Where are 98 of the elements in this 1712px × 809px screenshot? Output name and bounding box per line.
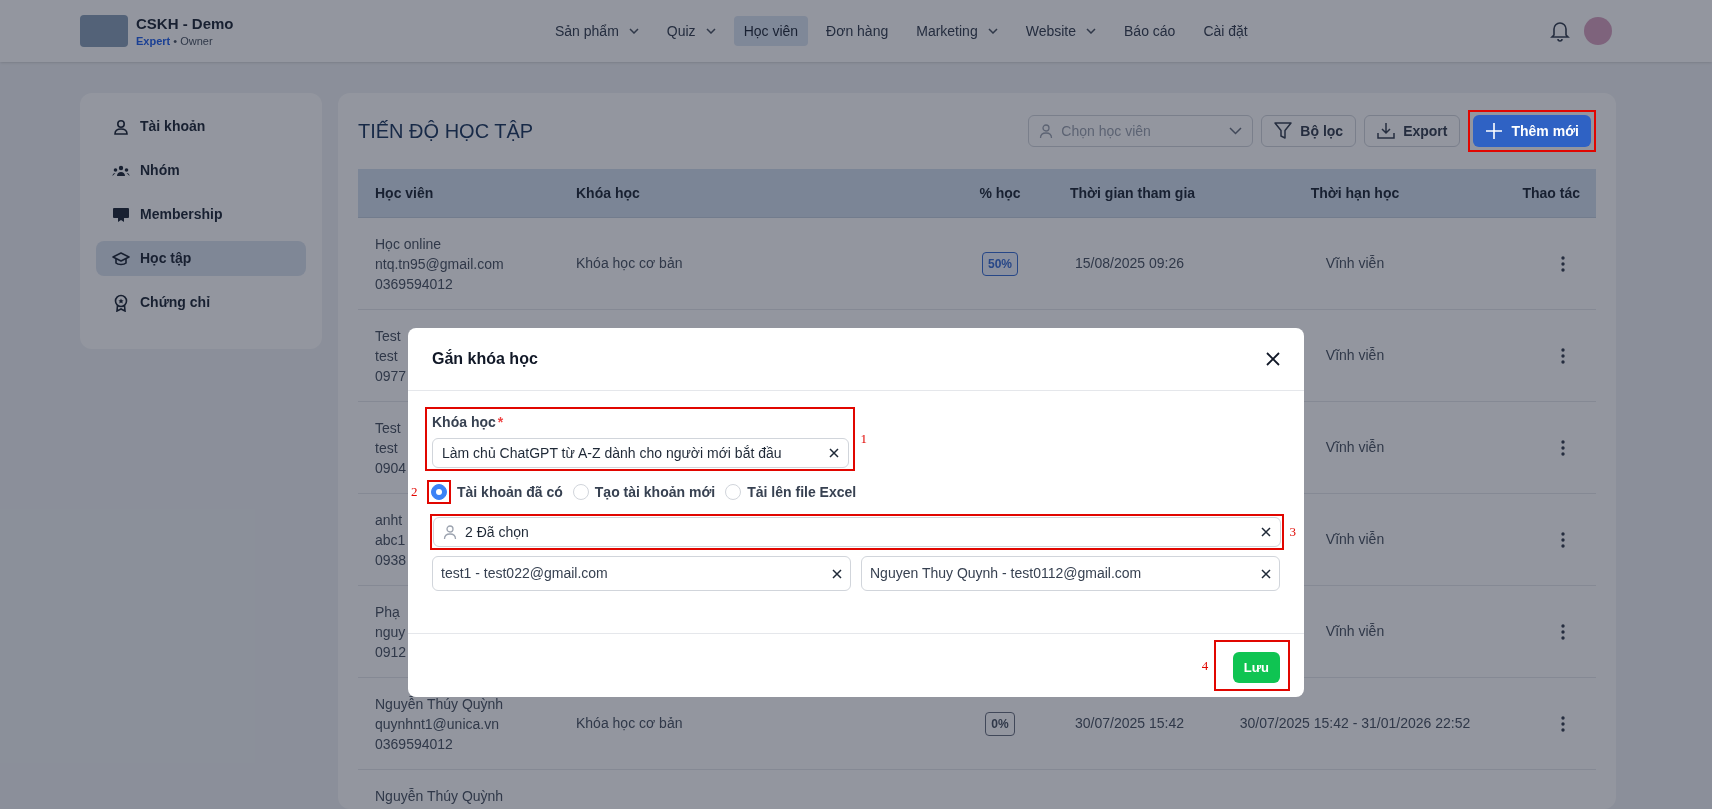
radio-label: Tạo tài khoản mới (594, 482, 716, 502)
annotation-number: 1 (860, 430, 867, 449)
export-button[interactable]: Export (1364, 115, 1461, 147)
chevron-down-icon (1229, 127, 1243, 135)
access-period: 30/07/2025 15:42 - 31/01/2026 22:52 (1239, 715, 1471, 731)
student-select[interactable]: 2 Đã chọn (433, 517, 1281, 547)
annotation-number: 4 (1201, 656, 1209, 675)
sidebar-item[interactable]: Học tập (96, 241, 306, 276)
column-header: Thời gian tham gia (1069, 183, 1197, 203)
caret-icon (987, 28, 998, 34)
sidebar-item[interactable]: Tài khoản (96, 109, 306, 144)
user-icon (1039, 123, 1054, 139)
column-header: % học (978, 183, 1022, 203)
student-email: ntq.tn95@gmail.com (375, 254, 504, 274)
graduation-cap-icon (112, 249, 130, 268)
page-title: TIẾN ĐỘ HỌC TẬP (358, 119, 534, 144)
monitor-icon (112, 205, 130, 224)
field-label: Khóa học (432, 413, 496, 432)
more-options-icon[interactable] (1561, 347, 1565, 364)
nav-item[interactable]: Học viên (733, 16, 809, 46)
logo-photo-placeholder (80, 15, 128, 47)
access-period: Vĩnh viễn (1325, 531, 1385, 547)
access-period: Vĩnh viễn (1325, 255, 1385, 271)
student-email: test (375, 438, 398, 458)
brand-name: CSKH - Demo (136, 14, 234, 34)
course-name: Khóa học cơ bản (576, 255, 683, 271)
filter-button[interactable]: Bộ lọc (1261, 115, 1357, 147)
access-period: Vĩnh viễn (1325, 623, 1385, 639)
user-icon (112, 117, 130, 136)
access-period: Vĩnh viễn (1325, 439, 1385, 455)
student-name: Test (375, 326, 401, 346)
user-icon (443, 524, 457, 540)
plan-label: Expert (136, 34, 171, 48)
remove-icon[interactable] (1261, 568, 1271, 579)
student-phone: 0938 (375, 550, 407, 570)
more-options-icon[interactable] (1561, 531, 1565, 548)
student-email: test (375, 346, 398, 366)
add-button[interactable]: Thêm mới (1473, 115, 1591, 147)
nav-item[interactable]: Website (1015, 16, 1106, 46)
more-options-icon[interactable] (1561, 439, 1565, 456)
required-mark: * (497, 413, 504, 432)
caret-icon (628, 28, 639, 34)
download-icon (1377, 122, 1396, 140)
student-name: Test (375, 418, 401, 438)
selected-student-tag[interactable]: Nguyen Thuy Quynh - test0112@gmail.com (861, 556, 1280, 591)
caret-icon (1086, 28, 1096, 34)
clear-icon[interactable] (1261, 527, 1271, 537)
student-name: Nguyễn Thúy Quỳnh (375, 694, 504, 714)
more-options-icon[interactable] (1561, 255, 1565, 272)
column-header: Học viên (374, 183, 435, 203)
more-options-icon[interactable] (1561, 623, 1565, 640)
student-name: Nguyễn Thúy Quỳnh (375, 786, 504, 806)
student-name: anht (375, 510, 403, 530)
student-phone: 0904 (375, 458, 407, 478)
student-name: Phạ (375, 602, 400, 622)
progress-badge: 0% (985, 711, 1015, 736)
sidebar-item[interactable]: Chứng chỉ (96, 285, 306, 320)
student-email: nguy (375, 622, 406, 642)
nav-item[interactable]: Cài đặt (1193, 16, 1258, 46)
nav-item[interactable]: Marketing (906, 16, 1008, 46)
filter-icon (1274, 122, 1293, 140)
dialog-title: Gắn khóa học (432, 348, 538, 369)
student-email: quynhnt1@unica.vn (375, 714, 499, 734)
role-label: • Owner (173, 34, 213, 48)
access-period: Vĩnh viễn (1325, 347, 1385, 363)
progress-badge: 50% (982, 251, 1018, 276)
course-select[interactable]: Làm chủ ChatGPT từ A-Z dành cho người mới bắt đầu (432, 438, 849, 468)
student-phone: 0912 (375, 642, 407, 662)
nav-item[interactable]: Đơn hàng (816, 16, 899, 46)
column-header: Khóa học (575, 183, 641, 203)
sidebar-item[interactable]: Membership (96, 197, 306, 232)
student-phone: 0369594012 (375, 274, 453, 294)
student-name: Học online (375, 234, 442, 254)
course-name: Khóa học cơ bản (576, 715, 683, 731)
student-phone: 0369594012 (375, 734, 453, 754)
nav-item[interactable]: Quiz (656, 16, 726, 46)
clear-icon[interactable] (829, 448, 839, 458)
award-icon (112, 293, 130, 312)
student-phone: 0977 (375, 366, 407, 386)
more-options-icon[interactable] (1561, 715, 1565, 732)
plus-icon (1485, 122, 1504, 140)
sidebar-item[interactable]: Nhóm (96, 153, 306, 188)
annotation-number: 2 (411, 483, 418, 502)
caret-icon (705, 28, 716, 34)
column-header: Thời hạn học (1309, 183, 1401, 203)
radio-label: Tài khoản đã có (457, 482, 563, 502)
selected-student-tag[interactable]: test1 - test022@gmail.com (432, 556, 851, 591)
join-time: 15/08/2025 09:26 (1075, 255, 1184, 271)
nav-item[interactable]: Báo cáo (1114, 16, 1186, 46)
nav-item[interactable]: Sản phẩm (545, 16, 649, 46)
join-time: 30/07/2025 15:42 (1075, 715, 1184, 731)
bell-icon[interactable] (1550, 20, 1570, 42)
column-header: Thao tác (1521, 183, 1581, 203)
student-email: abc1 (375, 530, 406, 550)
remove-icon[interactable] (832, 568, 842, 579)
annotation-number: 3 (1289, 523, 1296, 542)
radio-label: Tải lên file Excel (747, 482, 857, 502)
close-icon[interactable] (1266, 352, 1280, 366)
